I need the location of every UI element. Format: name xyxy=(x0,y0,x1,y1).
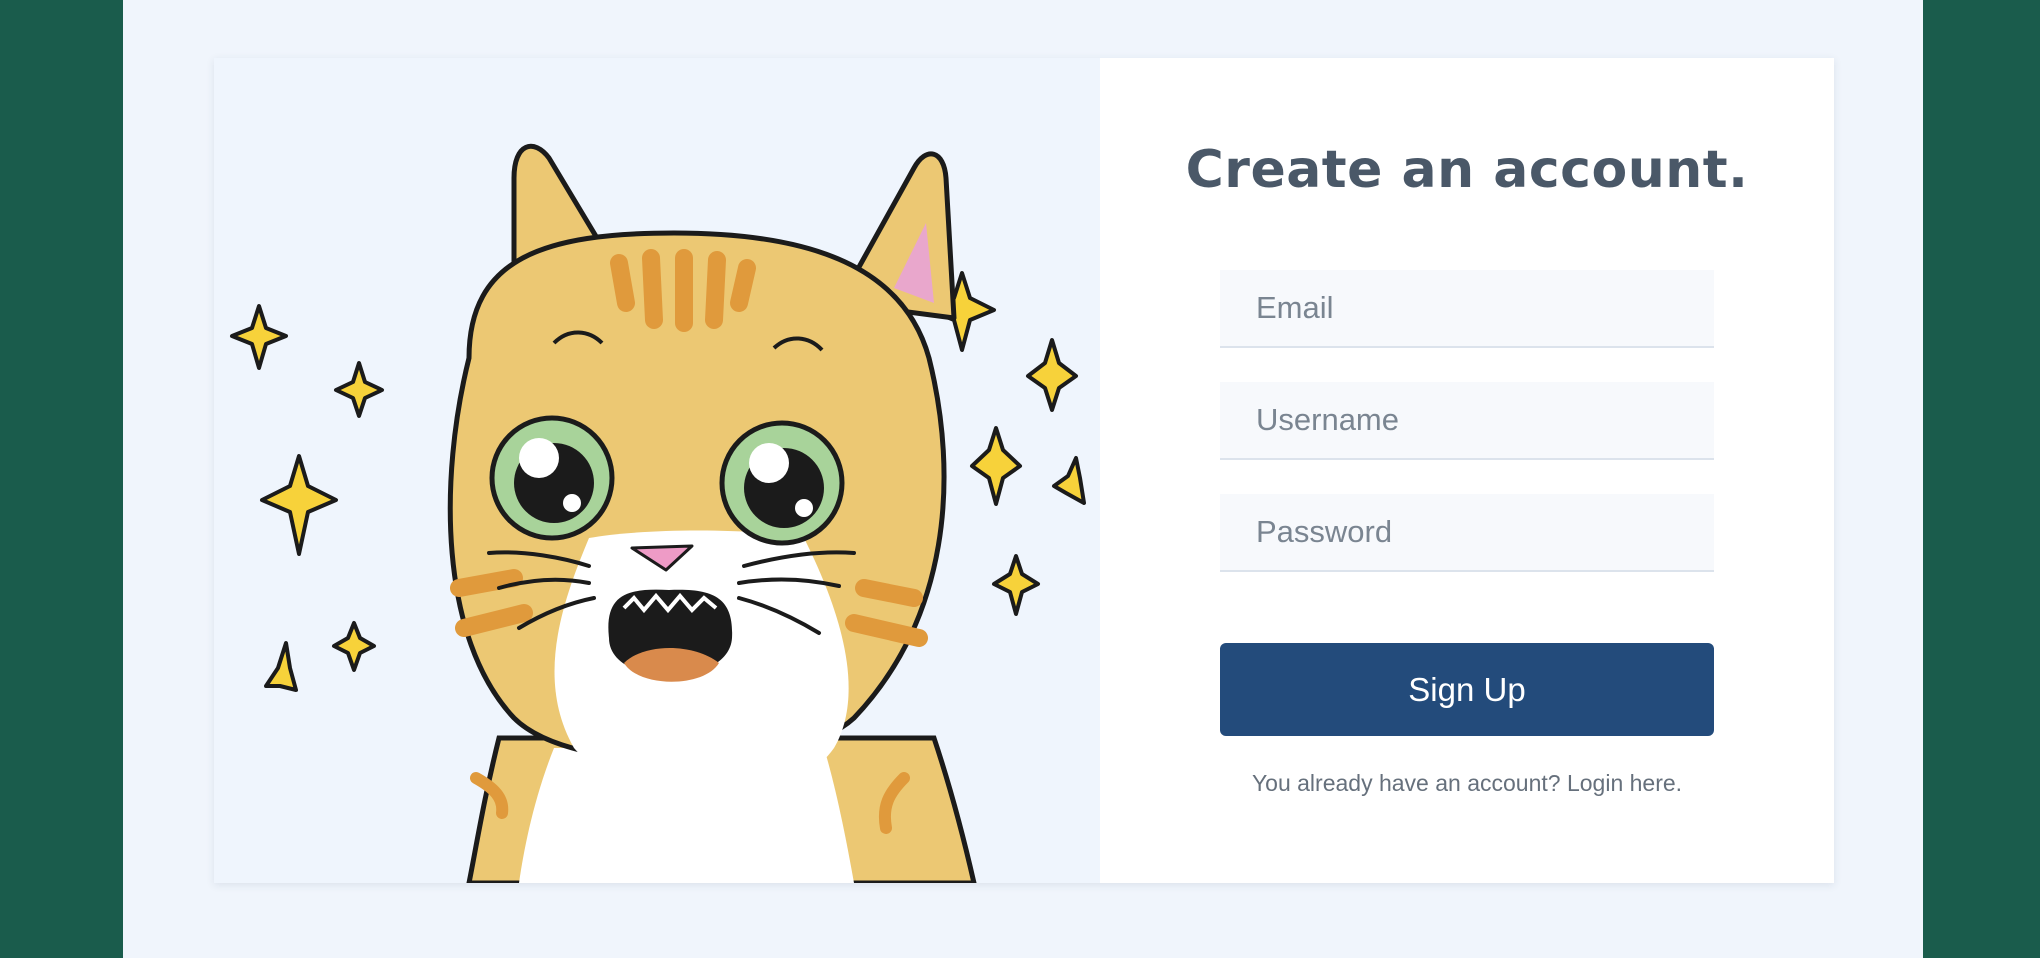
page-background: Create an account. Sign Up You already h… xyxy=(123,0,1923,958)
username-field[interactable] xyxy=(1220,382,1714,460)
sign-up-button[interactable]: Sign Up xyxy=(1220,643,1714,736)
login-prompt-text: You already have an account? xyxy=(1251,770,1561,796)
surprised-cat-illustration xyxy=(230,144,1086,883)
login-prompt: You already have an account? Login here. xyxy=(1100,770,1834,797)
form-title: Create an account. xyxy=(1185,140,1749,200)
signup-card: Create an account. Sign Up You already h… xyxy=(214,58,1834,883)
cat-illustration xyxy=(214,58,1100,883)
signup-form: Create an account. Sign Up You already h… xyxy=(1100,58,1834,883)
password-field[interactable] xyxy=(1220,494,1714,572)
login-link[interactable]: Login here. xyxy=(1567,770,1682,796)
email-field[interactable] xyxy=(1220,270,1714,348)
